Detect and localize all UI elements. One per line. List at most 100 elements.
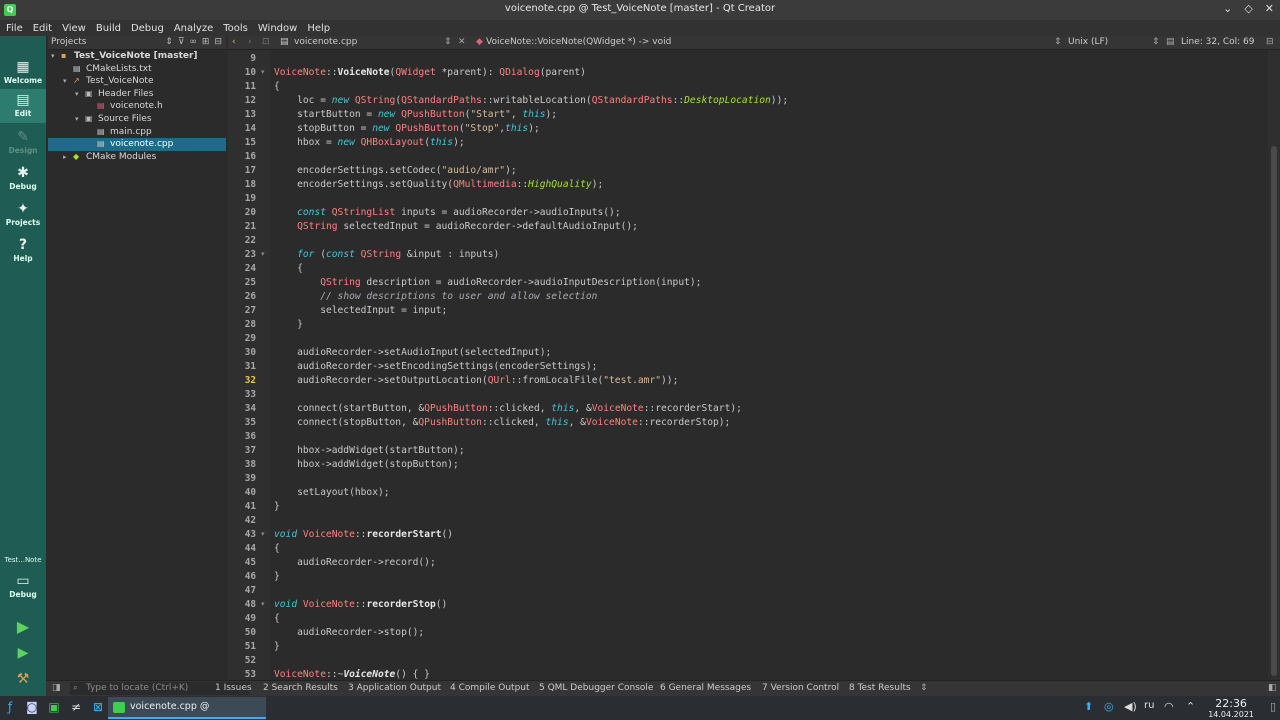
line-ending-selector[interactable]: Unix (LF) <box>1068 36 1108 49</box>
split-editor-icon[interactable]: ⊟ <box>1266 36 1274 49</box>
line-number[interactable]: 51 <box>228 641 256 652</box>
tree-item[interactable]: ▤ main.cpp <box>48 126 226 139</box>
code-line[interactable]: startButton = new QPushButton("Start", t… <box>274 109 557 120</box>
line-number[interactable]: 45 <box>228 557 256 568</box>
symbol-dropdown-icon[interactable]: ⇕ <box>1054 36 1062 49</box>
line-number[interactable]: 42 <box>228 515 256 526</box>
code-line[interactable]: selectedInput = input; <box>274 305 447 316</box>
code-line[interactable]: VoiceNote::~VoiceNote() { } <box>274 669 430 680</box>
code-line[interactable]: VoiceNote::VoiceNote(QWidget *parent): Q… <box>274 67 586 78</box>
menu-window[interactable]: Window <box>258 23 297 34</box>
line-number[interactable]: 44 <box>228 543 256 554</box>
tray-expand-icon[interactable]: ⌃ <box>1186 700 1195 713</box>
mode-projects[interactable]: ✦ Projects <box>0 198 46 232</box>
line-number[interactable]: 49 <box>228 613 256 624</box>
code-line[interactable]: audioRecorder->setEncodingSettings(encod… <box>274 361 597 372</box>
code-line[interactable]: QString selectedInput = audioRecorder->d… <box>274 221 638 232</box>
clock[interactable]: 22:36 14.04.2021 <box>1208 697 1254 719</box>
projects-view-selector[interactable]: Projects <box>51 37 86 47</box>
terminal-icon[interactable]: ≠ <box>68 699 84 715</box>
open-document-selector[interactable]: voicenote.cpp <box>294 36 357 49</box>
code-line[interactable]: { <box>274 263 303 274</box>
more-tabs-icon[interactable]: ⇕ <box>920 681 928 696</box>
tree-item[interactable]: ▾ ↗ Test_VoiceNote <box>48 75 226 88</box>
expand-arrow-icon[interactable]: ▸ <box>63 151 73 164</box>
tab-compile-output[interactable]: 4 Compile Output <box>450 681 530 696</box>
line-number[interactable]: 25 <box>228 277 256 288</box>
menu-analyze[interactable]: Analyze <box>174 23 213 34</box>
fedora-icon[interactable]: ƒ <box>2 699 18 715</box>
document-dropdown-icon[interactable]: ⇕ <box>444 36 452 49</box>
line-number[interactable]: 16 <box>228 151 256 162</box>
expand-arrow-icon[interactable]: ▾ <box>75 88 85 101</box>
symbol-selector[interactable]: VoiceNote::VoiceNote(QWidget *) -> void <box>486 36 671 49</box>
line-number[interactable]: 18 <box>228 179 256 190</box>
line-number[interactable]: 29 <box>228 333 256 344</box>
filter-icon[interactable]: ⊽ <box>178 36 185 49</box>
line-number[interactable]: 31 <box>228 361 256 372</box>
tab-version-control[interactable]: 7 Version Control <box>762 681 839 696</box>
tree-item[interactable]: ▾ ▣ Header Files <box>48 88 226 101</box>
view-dropdown-icon[interactable]: ⇕ <box>165 36 173 49</box>
line-number[interactable]: 38 <box>228 459 256 470</box>
line-number[interactable]: 37 <box>228 445 256 456</box>
line-number[interactable]: 17 <box>228 165 256 176</box>
fold-arrow-icon[interactable]: ▾ <box>261 68 265 76</box>
code-line[interactable]: audioRecorder->record(); <box>274 557 436 568</box>
tree-item[interactable]: ▤ voicenote.cpp <box>48 138 226 151</box>
line-number[interactable]: 11 <box>228 81 256 92</box>
kit-selector[interactable]: ▭ Debug <box>0 570 46 604</box>
cursor-position[interactable]: Line: 32, Col: 69 <box>1181 36 1254 49</box>
tab-search-results[interactable]: 2 Search Results <box>263 681 338 696</box>
line-number[interactable]: 9 <box>228 53 256 64</box>
code-line[interactable]: loc = new QString(QStandardPaths::writab… <box>274 95 788 106</box>
code-line[interactable]: audioRecorder->setAudioInput(selectedInp… <box>274 347 551 358</box>
tree-item[interactable]: ▸ ◆ CMake Modules <box>48 151 226 164</box>
mode-edit[interactable]: ▤ Edit <box>0 89 46 123</box>
line-number[interactable]: 46 <box>228 571 256 582</box>
minimize-icon[interactable]: ⌄ <box>1223 2 1232 15</box>
line-number[interactable]: 19 <box>228 193 256 204</box>
line-number[interactable]: 27 <box>228 305 256 316</box>
updates-icon[interactable]: ⬆ <box>1084 700 1093 713</box>
code-line[interactable]: { <box>274 613 280 624</box>
volume-icon[interactable]: ◀) <box>1124 700 1137 713</box>
line-number[interactable]: 13 <box>228 109 256 120</box>
fold-arrow-icon[interactable]: ▾ <box>261 530 265 538</box>
line-number[interactable]: 48 <box>228 599 256 610</box>
mode-design[interactable]: ✎ Design <box>0 126 46 160</box>
code-line[interactable]: connect(startButton, &QPushButton::click… <box>274 403 742 414</box>
wifi-icon[interactable]: ◠ <box>1164 700 1174 713</box>
tab-application-output[interactable]: 3 Application Output <box>348 681 441 696</box>
line-number[interactable]: 47 <box>228 585 256 596</box>
code-line[interactable]: encoderSettings.setQuality(QMultimedia::… <box>274 179 603 190</box>
menu-help[interactable]: Help <box>307 23 330 34</box>
code-line[interactable]: QString description = audioRecorder->aud… <box>274 277 701 288</box>
code-line[interactable]: void VoiceNote::recorderStart() <box>274 529 453 540</box>
keyboard-layout[interactable]: ru <box>1144 700 1154 711</box>
line-number[interactable]: 39 <box>228 473 256 484</box>
code-line[interactable]: } <box>274 319 303 330</box>
code-line[interactable]: // show descriptions to user and allow s… <box>274 291 597 302</box>
close-window-icon[interactable]: ⊠ <box>90 699 106 715</box>
code-line[interactable]: hbox->addWidget(stopButton); <box>274 459 459 470</box>
globe-icon[interactable]: ◎ <box>1104 700 1114 713</box>
fold-arrow-icon[interactable]: ▾ <box>261 250 265 258</box>
line-number[interactable]: 26 <box>228 291 256 302</box>
close-panel-icon[interactable]: ⊟ <box>214 36 222 49</box>
line-number[interactable]: 53 <box>228 669 256 680</box>
menu-tools[interactable]: Tools <box>223 23 248 34</box>
code-line[interactable]: { <box>274 543 280 554</box>
code-line[interactable]: } <box>274 501 280 512</box>
line-number[interactable]: 15 <box>228 137 256 148</box>
line-number[interactable]: 24 <box>228 263 256 274</box>
tab-qml-debugger-console[interactable]: 5 QML Debugger Console <box>539 681 653 696</box>
menu-edit[interactable]: Edit <box>33 23 52 34</box>
line-number[interactable]: 23 <box>228 249 256 260</box>
code-line[interactable]: void VoiceNote::recorderStop() <box>274 599 447 610</box>
tab-issues[interactable]: 1 Issues <box>215 681 252 696</box>
line-number[interactable]: 41 <box>228 501 256 512</box>
line-number[interactable]: 12 <box>228 95 256 106</box>
line-number[interactable]: 40 <box>228 487 256 498</box>
tree-item[interactable]: ▤ voicenote.h <box>48 100 226 113</box>
